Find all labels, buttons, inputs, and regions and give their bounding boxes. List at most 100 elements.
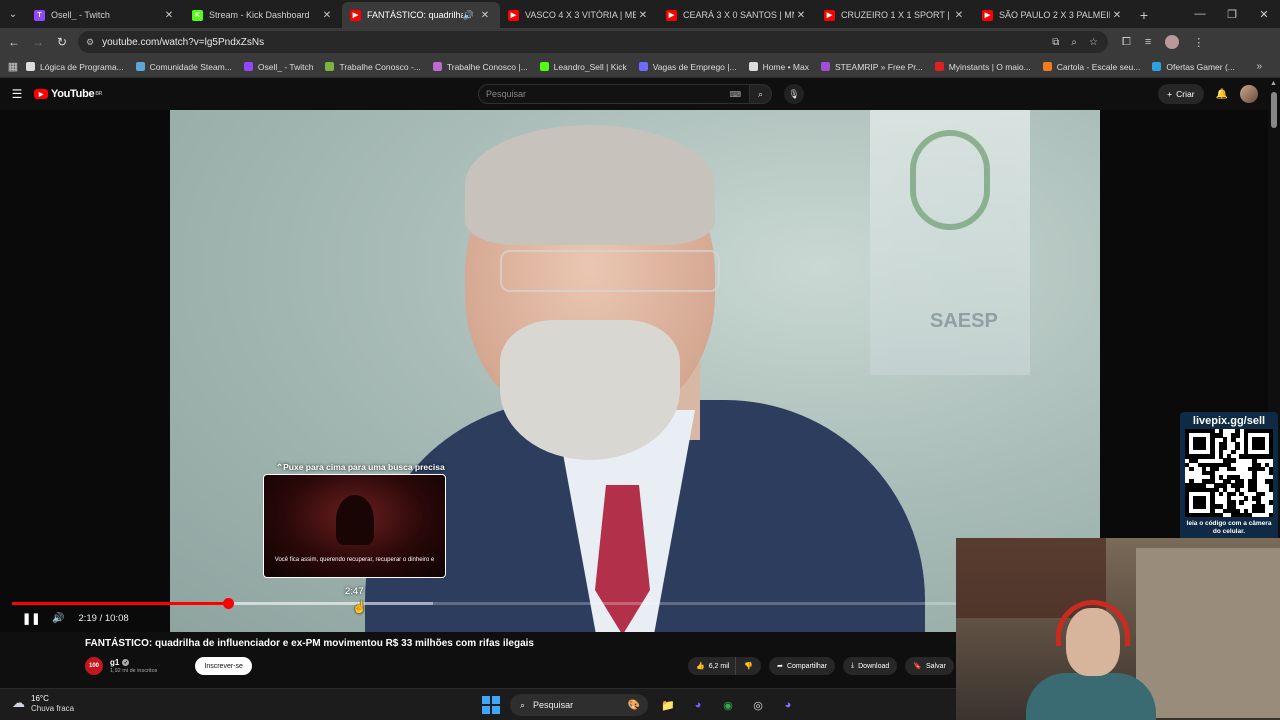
pause-icon[interactable]: ❚❚ <box>22 612 40 625</box>
account-avatar[interactable] <box>1240 85 1258 103</box>
tab-title: Stream - Kick Dashboard <box>209 10 310 20</box>
scroll-up-icon[interactable]: ▲ <box>1270 80 1277 87</box>
reload-icon[interactable]: ↻ <box>50 30 74 54</box>
bookmark-item[interactable]: Comunidade Steam... <box>135 62 232 72</box>
forward-icon[interactable]: → <box>26 30 50 54</box>
address-bar[interactable]: ⚙ youtube.com/watch?v=lg5PndxZsNs ⧉ ⌕ ☆ <box>78 31 1108 53</box>
notifications-bell-icon[interactable]: 🔔 <box>1216 89 1228 100</box>
speaker-beard <box>500 320 680 460</box>
tab-close-icon[interactable]: ✕ <box>636 10 650 21</box>
bookmark-label: Lógica de Programa... <box>40 61 124 72</box>
subscriber-count: 1,92 mi de inscritos <box>110 668 158 674</box>
voice-search-icon[interactable]: 🎙 <box>784 84 804 104</box>
bookmark-item[interactable]: Trabalhe Conosco -... <box>325 62 421 72</box>
bookmark-item[interactable]: Lógica de Programa... <box>26 62 124 72</box>
browser-tab[interactable]: ▶ VASCO 4 X 3 VITÓRIA | MELHO✕ <box>500 2 658 28</box>
profile-avatar[interactable] <box>1165 35 1180 49</box>
browser-tab[interactable]: K Stream - Kick Dashboard ✕ <box>184 2 342 28</box>
channel-name[interactable]: g1 <box>110 658 119 667</box>
tab-close-icon[interactable]: ✕ <box>320 10 334 21</box>
qr-module <box>1235 445 1240 451</box>
more-bookmarks-icon[interactable]: » <box>1256 61 1262 72</box>
bookmark-item[interactable]: Leandro_Sell | Kick <box>539 62 627 72</box>
weather-widget[interactable]: ☁ 16°C Chuva fraca <box>12 694 74 713</box>
bookmark-favicon-icon <box>243 62 253 71</box>
qr-module <box>1239 500 1244 505</box>
bookmark-favicon-icon <box>1152 62 1162 71</box>
bookmark-item[interactable]: Cartola - Escale seu... <box>1042 62 1140 72</box>
search-input[interactable]: Pesquisar ⌨ <box>478 84 750 104</box>
bookmark-item[interactable]: Ofertas Gamer (... <box>1152 62 1235 72</box>
tab-close-icon[interactable]: ✕ <box>478 10 492 21</box>
discord-icon[interactable]: ◕ <box>688 695 708 715</box>
bookmark-item[interactable]: STEAMRIP » Free Pr... <box>821 62 923 72</box>
channel-avatar[interactable]: 100 <box>85 657 103 675</box>
tab-close-icon[interactable]: ✕ <box>952 10 966 21</box>
site-info-icon[interactable]: ⚙ <box>86 37 94 48</box>
obs-icon[interactable]: ◎ <box>748 695 768 715</box>
media-control-icon[interactable]: ≡ <box>1145 36 1151 48</box>
webcam-wall <box>1136 548 1280 718</box>
browser-menu-icon[interactable]: ⋮ <box>1193 36 1204 49</box>
browser-tab[interactable]: ▶ SÃO PAULO 2 X 3 PALMEIRAS |✕ <box>974 2 1132 28</box>
qr-module <box>1231 458 1236 463</box>
minimize-icon[interactable]: — <box>1184 0 1216 28</box>
chrome-icon[interactable]: ◉ <box>718 695 738 715</box>
qr-module <box>1268 512 1274 518</box>
close-window-icon[interactable]: ✕ <box>1248 0 1280 28</box>
qr-module <box>1243 496 1249 501</box>
dislike-button[interactable]: 👎 <box>735 657 762 675</box>
windows-start-icon[interactable] <box>482 696 500 714</box>
save-button[interactable]: 🔖 Salvar <box>905 657 954 675</box>
keyboard-icon[interactable]: ⌨ <box>729 90 741 99</box>
tab-audio-icon[interactable]: 🔊 <box>463 10 474 21</box>
tab-close-icon[interactable]: ✕ <box>794 10 808 21</box>
qr-title: livepix.gg/sell <box>1192 415 1266 427</box>
qr-module <box>1268 500 1274 505</box>
file-explorer-icon[interactable]: 📁 <box>658 695 678 715</box>
qr-module <box>1268 470 1274 476</box>
share-button[interactable]: ➦ Compartilhar <box>769 657 836 675</box>
youtube-logo[interactable]: ▶ YouTube BR <box>34 88 102 100</box>
taskbar-search[interactable]: ⌕ Pesquisar 🎨 <box>510 694 648 716</box>
bookmark-item[interactable]: Trabalhe Conosco |... <box>432 62 528 72</box>
restore-icon[interactable]: ❐ <box>1216 0 1248 28</box>
browser-tab[interactable]: T Osell_ - Twitch ✕ <box>26 2 184 28</box>
bookmark-item[interactable]: Osell_ - Twitch <box>243 62 313 72</box>
extensions-icon[interactable]: ⧠ <box>1122 36 1131 49</box>
preview-time: 2:47 <box>345 586 364 597</box>
player-controls: ❚❚ 🔊 2:19 / 10:08 <box>0 607 956 629</box>
subscribe-button[interactable]: Inscrever-se <box>195 657 252 675</box>
window-controls: — ❐ ✕ <box>1184 0 1280 28</box>
progress-bar[interactable] <box>12 598 956 609</box>
tab-title: CEARÁ 3 X 0 SANTOS | MMELH <box>683 10 794 20</box>
zoom-icon[interactable]: ⌕ <box>1071 37 1077 48</box>
browser-tab[interactable]: ▶ CEARÁ 3 X 0 SANTOS | MMELH✕ <box>658 2 816 28</box>
search-button[interactable]: ⌕ <box>750 84 772 104</box>
bookmark-item[interactable]: Myinstants | O maio... <box>934 61 1031 72</box>
like-button[interactable]: 👍 6,2 mil <box>688 657 736 675</box>
qr-module <box>1260 491 1265 497</box>
bookmark-favicon-icon <box>325 62 335 71</box>
tab-close-icon[interactable]: ✕ <box>1110 10 1124 21</box>
menu-icon[interactable]: ☰ <box>0 87 34 101</box>
app-icon[interactable]: ◕ <box>778 695 798 715</box>
scrollbar-thumb[interactable] <box>1271 92 1277 128</box>
bookmark-item[interactable]: Home • Max <box>748 62 809 72</box>
download-button[interactable]: ⤓ Download <box>843 657 898 675</box>
browser-tab[interactable]: ▶ CRUZEIRO 1 X 1 SPORT | MELH✕ <box>816 2 974 28</box>
new-tab-button[interactable]: + <box>1132 2 1156 28</box>
create-button[interactable]: + Criar <box>1158 84 1204 104</box>
bookmark-favicon-icon <box>539 62 549 71</box>
tab-search-icon[interactable]: ⌄ <box>0 0 26 28</box>
bookmark-label: Myinstants | O maio... <box>948 61 1031 72</box>
install-app-icon[interactable]: ⧉ <box>1052 37 1059 48</box>
save-label: Salvar <box>925 662 946 670</box>
apps-grid-icon[interactable]: ▦ <box>0 60 26 73</box>
tab-close-icon[interactable]: ✕ <box>162 10 176 21</box>
bookmark-star-icon[interactable]: ☆ <box>1089 37 1098 48</box>
browser-tab[interactable]: ▶ FANTÁSTICO: quadrilha de🔊 ✕ <box>342 2 500 28</box>
back-icon[interactable]: ← <box>2 30 26 54</box>
volume-icon[interactable]: 🔊 <box>52 613 64 624</box>
bookmark-item[interactable]: Vagas de Emprego |... <box>638 62 737 72</box>
